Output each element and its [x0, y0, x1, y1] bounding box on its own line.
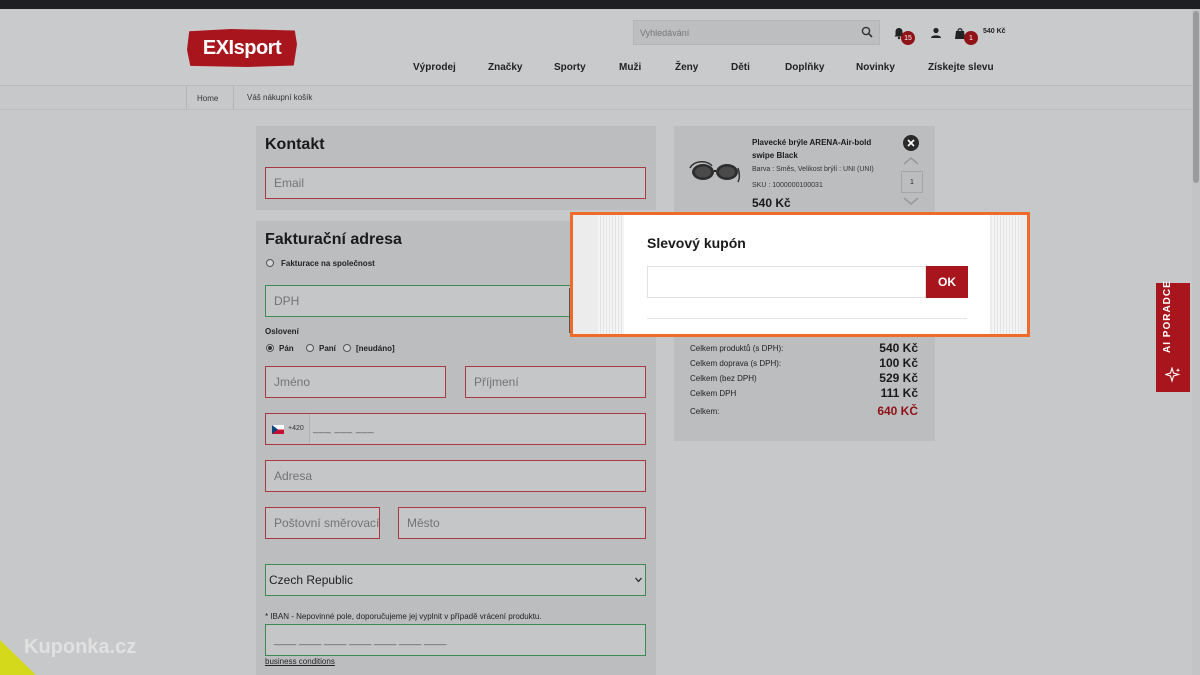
coupon-modal-body: Slevový kupón OK: [624, 215, 990, 334]
kuponka-watermark: Kuponka.cz: [24, 636, 137, 658]
salutation-label: Oslovení: [265, 327, 299, 336]
search-input[interactable]: [640, 21, 855, 44]
phone-prefix: +420: [288, 425, 304, 432]
breadcrumb-current: Váš nákupní košík: [247, 93, 313, 102]
breadcrumb-home[interactable]: Home: [186, 86, 234, 110]
nav-novinky[interactable]: Novinky: [856, 62, 895, 73]
zip-field[interactable]: Poštovní směrovací: [265, 507, 380, 539]
scrollbar-thumb[interactable]: [1193, 11, 1199, 183]
salutation-pani-radio[interactable]: [306, 344, 314, 352]
ai-advisor-tab[interactable]: AI PORADCE: [1156, 280, 1190, 392]
salutation-neudano-label: [neudáno]: [356, 344, 395, 353]
nav-zeny[interactable]: Ženy: [675, 62, 698, 73]
address-field[interactable]: Adresa: [265, 460, 646, 492]
nav-muzi[interactable]: Muži: [619, 62, 641, 73]
product-name[interactable]: Plavecké brýle ARENA-Air-bold swipe Blac…: [752, 136, 884, 162]
email-field[interactable]: Email: [265, 167, 646, 199]
summary-net-value: 529 Kč: [879, 371, 918, 385]
breadcrumb: Home Váš nákupní košík: [0, 86, 1200, 110]
nav-doplnky[interactable]: Doplňky: [785, 62, 824, 73]
summary-total-value: 640 KČ: [877, 404, 918, 418]
city-field[interactable]: Město: [398, 507, 646, 539]
first-name-field[interactable]: Jméno: [265, 366, 446, 398]
czech-flag-icon: [272, 425, 284, 434]
nav-znacky[interactable]: Značky: [488, 62, 522, 73]
cart-count-badge: 1: [964, 31, 978, 45]
summary-products-value: 540 Kč: [879, 341, 918, 355]
contact-panel: Kontakt Email: [256, 126, 656, 210]
business-conditions-link[interactable]: business conditions: [265, 657, 335, 666]
phone-field[interactable]: +420 ___ ___ ___: [265, 413, 646, 445]
contact-title: Kontakt: [265, 136, 325, 153]
nav-sporty[interactable]: Sporty: [554, 62, 586, 73]
search-icon[interactable]: [861, 26, 873, 38]
quantity-input[interactable]: 1: [901, 171, 923, 193]
nav-ziskejte-slevu[interactable]: Získejte slevu: [928, 62, 994, 73]
coupon-modal: Slevový kupón OK: [570, 212, 1030, 337]
salutation-neudano-radio[interactable]: [343, 344, 351, 352]
summary-total-label: Celkem:: [690, 407, 720, 416]
goggles-product-image[interactable]: [688, 152, 742, 188]
summary-vat-value: 111 Kč: [880, 386, 918, 400]
vat-field[interactable]: DPH: [265, 285, 593, 317]
nav-deti[interactable]: Děti: [731, 62, 750, 73]
summary-net-label: Celkem (bez DPH): [690, 374, 757, 383]
phone-mask: ___ ___ ___: [313, 423, 375, 434]
country-code-select[interactable]: +420: [266, 414, 310, 444]
product-variant: Barva : Směs, Velikost brýlí : UNI (UNI): [752, 166, 874, 173]
cart-total[interactable]: 540 Kč: [983, 28, 1006, 35]
site-header: EXIsport 15 1 540 Kč Výprodej Značky Spo…: [0, 9, 1200, 86]
iban-mask: ____ ____ ____ ____ ____ ____ ____: [274, 634, 447, 646]
summary-shipping-label: Celkem doprava (s DPH):: [690, 359, 782, 368]
salutation-pani-label: Paní: [319, 344, 336, 353]
nav-vyprodej[interactable]: Výprodej: [413, 62, 456, 73]
summary-vat-label: Celkem DPH: [690, 389, 737, 398]
salutation-pan-radio[interactable]: [266, 344, 274, 352]
ai-advisor-label: AI PORADCE: [1162, 280, 1173, 353]
remove-item-icon[interactable]: [903, 135, 919, 151]
modal-divider: [647, 318, 967, 319]
billing-title: Fakturační adresa: [265, 231, 402, 248]
summary-products-label: Celkem produktů (s DPH):: [690, 344, 784, 353]
company-billing-radio[interactable]: [266, 259, 274, 267]
product-sku: SKU : 1000000100031: [752, 182, 823, 189]
top-bar: [0, 0, 1200, 9]
quantity-down-icon[interactable]: [903, 197, 919, 205]
user-icon[interactable]: [929, 26, 943, 40]
summary-shipping-value: 100 Kč: [879, 356, 918, 370]
country-select[interactable]: Czech Republic: [265, 564, 646, 596]
sparkle-icon: [1165, 367, 1181, 383]
coupon-modal-title: Slevový kupón: [647, 235, 746, 251]
search-box[interactable]: [633, 20, 880, 45]
exisport-logo[interactable]: EXIsport: [187, 29, 297, 67]
country-select-value: Czech Republic: [269, 573, 354, 587]
chevron-down-icon: [635, 577, 642, 583]
quantity-up-icon[interactable]: [903, 157, 919, 165]
coupon-ok-button[interactable]: OK: [926, 266, 968, 298]
product-price: 540 Kč: [752, 196, 791, 210]
notifications-badge: 15: [901, 31, 915, 45]
modal-left-edge: [598, 215, 626, 334]
page-scrollbar[interactable]: [1192, 9, 1200, 675]
iban-field[interactable]: ____ ____ ____ ____ ____ ____ ____: [265, 624, 646, 656]
coupon-code-input[interactable]: [647, 266, 926, 298]
last-name-field[interactable]: Příjmení: [465, 366, 646, 398]
company-billing-label: Fakturace na společnost: [281, 259, 375, 268]
salutation-pan-label: Pán: [279, 344, 294, 353]
modal-right-edge: [992, 215, 1020, 334]
iban-note: * IBAN - Nepovinné pole, doporučujeme je…: [265, 612, 542, 621]
